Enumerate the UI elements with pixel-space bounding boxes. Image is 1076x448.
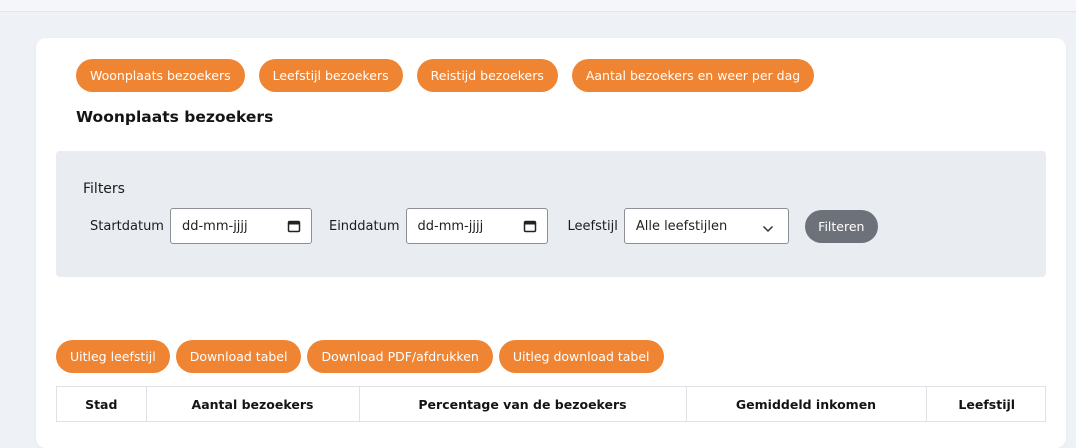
leefstijl-selected-value: Alle leefstijlen — [635, 218, 728, 234]
calendar-icon[interactable] — [287, 219, 301, 233]
table-actions: Uitleg leefstijl Download tabel Download… — [56, 340, 664, 373]
column-header-stad[interactable]: Stad — [57, 387, 147, 421]
column-header-leefstijl[interactable]: Leefstijl — [926, 387, 1047, 421]
end-date-input[interactable]: dd-mm-jjjj — [405, 208, 548, 244]
filters-heading: Filters — [83, 181, 125, 197]
end-date-label: Einddatum — [328, 218, 400, 234]
filter-panel: Filters Startdatum dd-mm-jjjj Einddatum … — [56, 151, 1046, 277]
content-card: Woonplaats bezoekers Leefstijl bezoekers… — [36, 38, 1066, 448]
tab-reistijd-bezoekers[interactable]: Reistijd bezoekers — [416, 59, 558, 92]
start-date-label: Startdatum — [90, 218, 164, 234]
tab-aantal-bezoekers-weer[interactable]: Aantal bezoekers en weer per dag — [571, 59, 815, 92]
leefstijl-label: Leefstijl — [567, 218, 618, 234]
uitleg-leefstijl-button[interactable]: Uitleg leefstijl — [56, 340, 170, 373]
chevron-down-icon — [762, 222, 774, 233]
tab-woonplaats-bezoekers[interactable]: Woonplaats bezoekers — [76, 59, 245, 92]
results-table: Stad Aantal bezoekers Percentage van de … — [56, 386, 1046, 422]
end-date-placeholder: dd-mm-jjjj — [417, 218, 484, 234]
column-header-gemiddeld-inkomen[interactable]: Gemiddeld inkomen — [686, 387, 927, 421]
filter-button[interactable]: Filteren — [804, 209, 878, 243]
leefstijl-select[interactable]: Alle leefstijlen — [623, 208, 789, 244]
calendar-icon[interactable] — [523, 219, 537, 233]
uitleg-download-tabel-button[interactable]: Uitleg download tabel — [498, 340, 664, 373]
download-pdf-button[interactable]: Download PDF/afdrukken — [307, 340, 493, 373]
start-date-input[interactable]: dd-mm-jjjj — [169, 208, 312, 244]
page-title: Woonplaats bezoekers — [76, 108, 274, 126]
column-header-percentage[interactable]: Percentage van de bezoekers — [359, 387, 687, 421]
column-header-aantal-bezoekers[interactable]: Aantal bezoekers — [146, 387, 360, 421]
download-tabel-button[interactable]: Download tabel — [175, 340, 302, 373]
filters-row: Startdatum dd-mm-jjjj Einddatum dd-mm-jj… — [90, 208, 878, 244]
table-header-row: Stad Aantal bezoekers Percentage van de … — [57, 387, 1047, 421]
top-bar — [0, 0, 1076, 12]
report-tabs: Woonplaats bezoekers Leefstijl bezoekers… — [76, 59, 815, 92]
tab-leefstijl-bezoekers[interactable]: Leefstijl bezoekers — [258, 59, 403, 92]
start-date-placeholder: dd-mm-jjjj — [181, 218, 248, 234]
